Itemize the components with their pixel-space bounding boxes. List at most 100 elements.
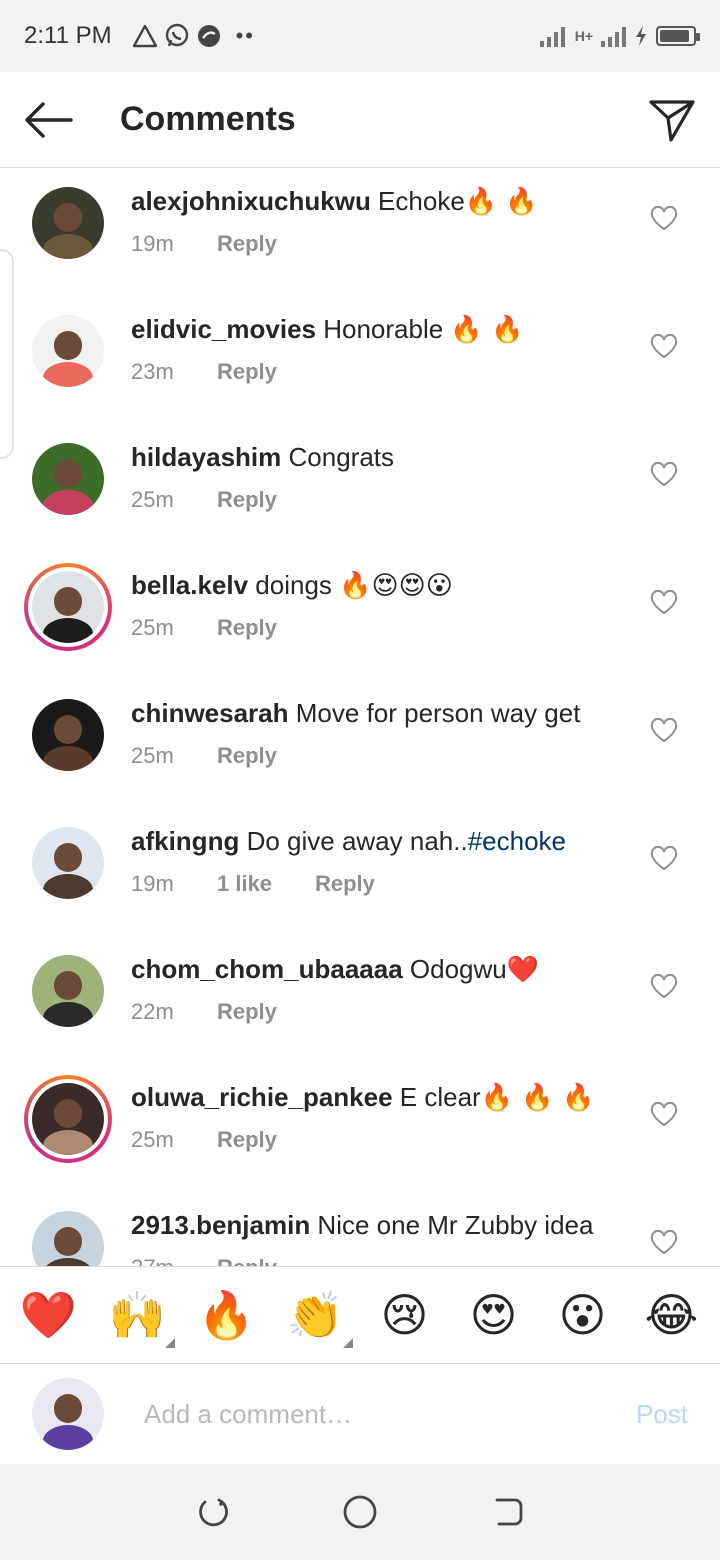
comment-row[interactable]: oluwa_richie_pankee E clear🔥 🔥 🔥 25m Reply: [0, 1065, 720, 1193]
comment-row[interactable]: elidvic_movies Honorable 🔥 🔥 23m Reply: [0, 297, 720, 425]
emoji-raising-hands-button[interactable]: 🙌: [103, 1280, 175, 1350]
back-button[interactable]: [0, 72, 96, 168]
reply-button[interactable]: Reply: [217, 615, 277, 641]
recent-apps-button[interactable]: [183, 1482, 243, 1542]
commenter-avatar[interactable]: [32, 827, 104, 899]
commenter-avatar[interactable]: [32, 315, 104, 387]
warning-icon: [132, 24, 157, 48]
reply-button[interactable]: Reply: [217, 1127, 277, 1153]
comment-meta: 27mReply: [131, 1255, 277, 1266]
comment-row[interactable]: bella.kelv doings 🔥😍😍😮 25m Reply: [0, 553, 720, 681]
skin-tone-indicator-icon[interactable]: [164, 1338, 175, 1348]
emoji-clapping-hands-button[interactable]: 👏: [281, 1280, 353, 1350]
heart-eyes-icon: 😍: [469, 1288, 518, 1342]
comment-username[interactable]: oluwa_richie_pankee: [131, 1082, 393, 1112]
current-user-avatar: [32, 1378, 104, 1450]
avatar: [32, 827, 104, 899]
comment-input[interactable]: [144, 1398, 584, 1430]
reply-button[interactable]: Reply: [217, 487, 277, 513]
emoji-red-heart-button[interactable]: ❤️: [14, 1280, 84, 1350]
comment-row[interactable]: chom_chom_ubaaaaa Odogwu❤️ 22m Reply: [0, 937, 720, 1065]
comment-timestamp: 25m: [131, 1127, 174, 1152]
comment-username[interactable]: chinwesarah: [131, 698, 289, 728]
home-icon: [343, 1495, 377, 1529]
comment-body: Nice one Mr Zubby idea: [310, 1210, 594, 1240]
comment-emojis: ❤️: [506, 955, 540, 985]
hashtag-link[interactable]: #echoke: [468, 826, 566, 856]
comment-meta: 19m 1 like Reply: [131, 871, 375, 897]
comment-meta: 25m Reply: [131, 1127, 277, 1153]
commenter-avatar[interactable]: [32, 955, 104, 1027]
heart-outline-icon: [650, 205, 678, 231]
emoji-heart-eyes-button[interactable]: 😍: [459, 1280, 529, 1350]
comment-username[interactable]: chom_chom_ubaaaaa: [131, 954, 403, 984]
nav-back-button[interactable]: [477, 1482, 537, 1542]
comment-row[interactable]: chinwesarah Move for person way get 25m Re…: [0, 681, 720, 809]
like-comment-button[interactable]: [650, 589, 678, 617]
comment-username[interactable]: bella.kelv: [131, 570, 248, 600]
post-button[interactable]: Post: [636, 1399, 688, 1430]
emoji-fire-button[interactable]: 🔥: [192, 1280, 262, 1350]
comment-row[interactable]: 2913.benjamin Nice one Mr Zubby idea 27mR…: [0, 1193, 720, 1266]
heart-outline-icon: [650, 973, 678, 999]
heart-outline-icon: [650, 717, 678, 743]
comment-row[interactable]: afkingng Do give away nah..#echoke 19m 1 l…: [0, 809, 720, 937]
commenter-avatar[interactable]: [32, 699, 104, 771]
home-button[interactable]: [330, 1482, 390, 1542]
comment-timestamp: 19m: [131, 231, 174, 256]
comment-body: Odogwu: [402, 954, 507, 984]
like-comment-button[interactable]: [650, 205, 678, 233]
commenter-avatar[interactable]: [32, 443, 104, 515]
heart-outline-icon: [650, 1101, 678, 1127]
story-ring-avatar[interactable]: [24, 563, 112, 651]
comment-timestamp: 19m: [131, 871, 174, 896]
clapping-hands-icon: 👏: [286, 1287, 345, 1342]
reply-button[interactable]: Reply: [217, 359, 277, 385]
comment-text: 2913.benjamin Nice one Mr Zubby idea: [131, 1207, 631, 1243]
commenter-avatar[interactable]: [32, 187, 104, 259]
reply-button[interactable]: Reply: [217, 743, 277, 769]
skin-tone-indicator-icon[interactable]: [342, 1338, 353, 1348]
share-button[interactable]: [624, 72, 720, 168]
like-comment-button[interactable]: [650, 1229, 678, 1257]
reply-button[interactable]: Reply: [217, 999, 277, 1025]
comment-text: bella.kelv doings 🔥😍😍😮: [131, 567, 631, 604]
comment-row[interactable]: hildayashim Congrats 25m Reply: [0, 425, 720, 553]
comment-username[interactable]: afkingng: [131, 826, 239, 856]
commenter-avatar[interactable]: [32, 1211, 104, 1266]
like-comment-button[interactable]: [650, 717, 678, 745]
reply-button[interactable]: Reply: [217, 1255, 277, 1266]
comment-timestamp: 25m: [131, 615, 174, 640]
heart-outline-icon: [650, 589, 678, 615]
reply-button[interactable]: Reply: [315, 871, 375, 897]
comment-username[interactable]: hildayashim: [131, 442, 281, 472]
notification-icons: ••: [132, 23, 255, 49]
emoji-surprised-face-button[interactable]: 😮: [548, 1280, 618, 1350]
signal-2-icon: [601, 25, 626, 47]
like-comment-button[interactable]: [650, 461, 678, 489]
comment-username[interactable]: elidvic_movies: [131, 314, 316, 344]
comment-text: alexjohnixuchukwu Echoke🔥 🔥: [131, 183, 631, 220]
comment-emojis: 🔥 🔥: [450, 315, 524, 345]
reply-button[interactable]: Reply: [217, 231, 277, 257]
like-comment-button[interactable]: [650, 845, 678, 873]
comment-row[interactable]: alexjohnixuchukwu Echoke🔥 🔥 19m Reply: [0, 169, 720, 297]
comment-username[interactable]: alexjohnixuchukwu: [131, 186, 371, 216]
story-ring-avatar[interactable]: [24, 1075, 112, 1163]
comment-body: Do give away nah..: [239, 826, 468, 856]
like-comment-button[interactable]: [650, 333, 678, 361]
network-type-label: H+: [574, 28, 593, 44]
comments-list[interactable]: alexjohnixuchukwu Echoke🔥 🔥 19m Reply elidv…: [0, 169, 720, 1266]
like-comment-button[interactable]: [650, 973, 678, 1001]
signal-1-icon: [539, 25, 565, 47]
avatar: [32, 1378, 104, 1450]
heart-outline-icon: [650, 461, 678, 487]
emoji-crying-face-button[interactable]: 😢: [370, 1280, 440, 1350]
avatar: [32, 955, 104, 1027]
comment-timestamp: 27m: [131, 1255, 217, 1266]
like-comment-button[interactable]: [650, 1101, 678, 1129]
comment-like-count[interactable]: 1 like: [217, 871, 315, 897]
emoji-laughing-face-button[interactable]: 😂: [637, 1280, 707, 1350]
comment-username[interactable]: 2913.benjamin: [131, 1210, 310, 1240]
comment-meta: 19m Reply: [131, 231, 277, 257]
